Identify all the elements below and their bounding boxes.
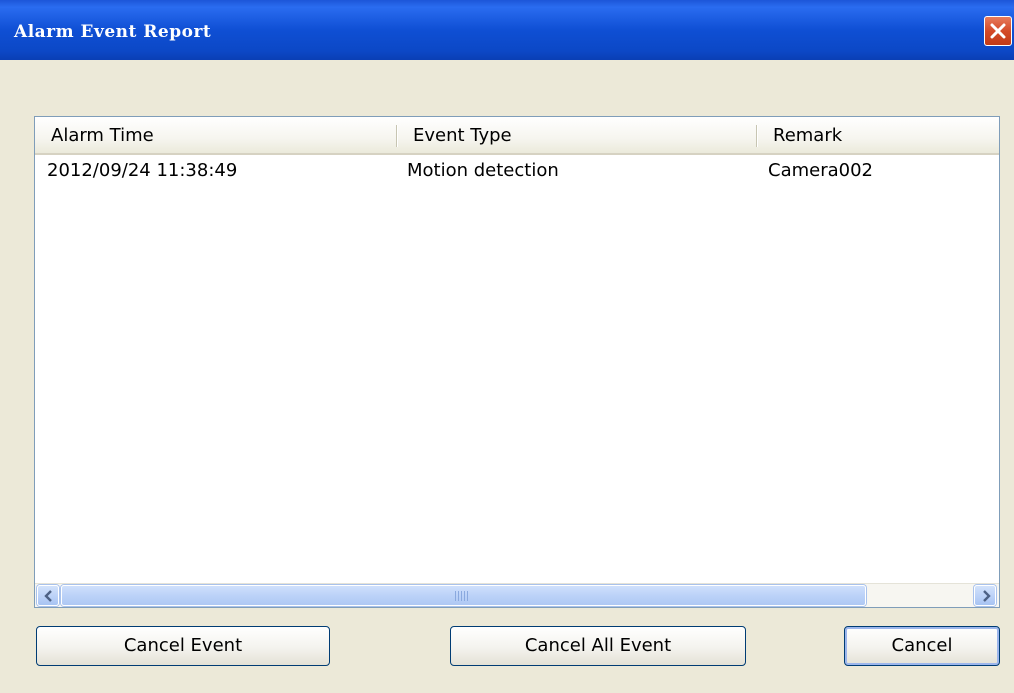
horizontal-scrollbar[interactable]: [35, 583, 999, 607]
table-row[interactable]: 2012/09/24 11:38:49 Motion detection Cam…: [35, 157, 999, 185]
cancel-event-button[interactable]: Cancel Event: [36, 626, 330, 666]
column-header-event-type[interactable]: Event Type: [397, 117, 757, 153]
title-bar: Alarm Event Report: [0, 0, 1014, 60]
chevron-left-icon: [44, 590, 52, 602]
column-header-alarm-time[interactable]: Alarm Time: [35, 117, 397, 153]
column-header-label: Event Type: [413, 125, 512, 146]
column-header-label: Alarm Time: [51, 125, 154, 146]
cell-event-type: Motion detection: [407, 160, 559, 181]
column-header-label: Remark: [773, 125, 843, 146]
window-title: Alarm Event Report: [14, 22, 212, 42]
cell-alarm-time: 2012/09/24 11:38:49: [47, 160, 238, 181]
scroll-left-button[interactable]: [37, 585, 59, 606]
scroll-right-button[interactable]: [974, 585, 996, 606]
close-button[interactable]: [984, 16, 1012, 46]
grip-icon: [455, 591, 469, 601]
alarm-event-report-dialog: Alarm Event Report Alarm Time Event Type…: [0, 0, 1014, 693]
cancel-all-event-button[interactable]: Cancel All Event: [450, 626, 746, 666]
event-list[interactable]: Alarm Time Event Type Remark 2012/09/24 …: [34, 116, 1000, 608]
chevron-right-icon: [983, 590, 991, 602]
scroll-thumb[interactable]: [61, 585, 866, 606]
close-icon: [990, 23, 1006, 39]
cancel-button[interactable]: Cancel: [844, 626, 1000, 666]
column-header-remark[interactable]: Remark: [757, 117, 999, 153]
cell-remark: Camera002: [768, 160, 873, 181]
list-header: Alarm Time Event Type Remark: [35, 117, 999, 155]
